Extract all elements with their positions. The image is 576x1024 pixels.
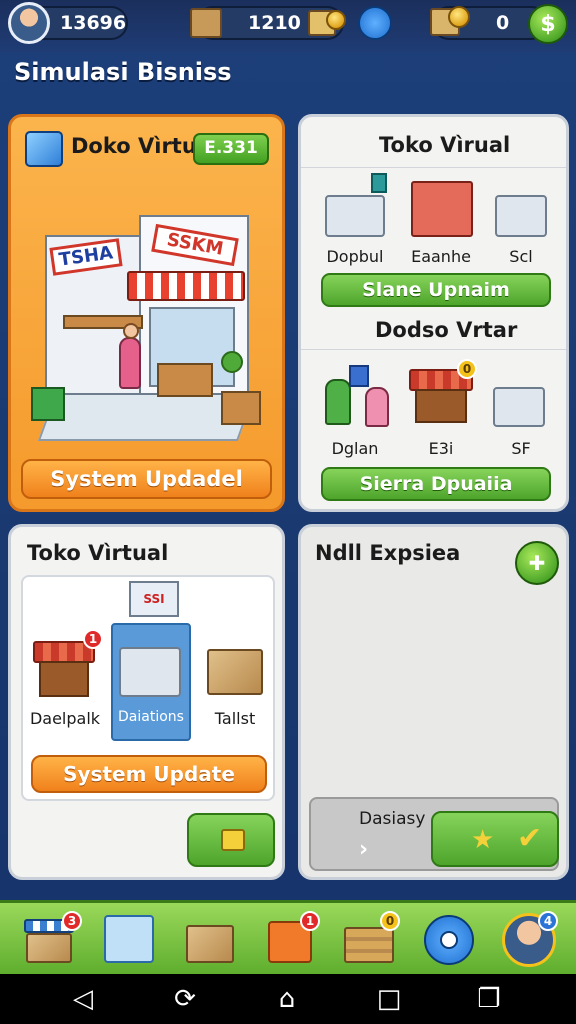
person-icon <box>325 379 351 425</box>
nav-crates-icon[interactable]: 0 <box>340 911 400 969</box>
resource-value: 1210 <box>248 12 301 34</box>
confirm-button[interactable] <box>187 813 275 867</box>
notification-badge: 0 <box>457 359 477 379</box>
chart-board-icon <box>349 365 369 387</box>
person-icon <box>365 387 389 427</box>
system-update-button[interactable]: System Updadel <box>21 459 272 499</box>
item-label: SF <box>511 439 531 458</box>
system-update-button[interactable]: System Update <box>31 755 267 793</box>
sierra-dpuaiia-button[interactable]: Sierra Dpuaiia <box>321 467 551 501</box>
player-avatar-icon[interactable] <box>8 2 50 44</box>
expense-panel: Ndll Expsiea ✚ Dasiasy › ★ ✔ <box>298 524 569 880</box>
striped-awning <box>127 271 245 301</box>
item-label: Daelpalk <box>29 709 101 728</box>
freezer-icon[interactable] <box>325 195 385 237</box>
gold-coin-icon <box>448 6 470 28</box>
item-label: Eaanhe <box>411 247 471 266</box>
nav-settings-icon[interactable] <box>420 911 478 969</box>
check-icon <box>221 829 245 851</box>
nav-badge: 0 <box>380 911 400 931</box>
nav-store-icon[interactable] <box>100 911 158 969</box>
store-level-tag: E.331 <box>193 133 269 165</box>
green-box-icon <box>31 387 65 421</box>
nav-shop-icon[interactable]: 3 <box>20 911 82 969</box>
item-label: Dopbul <box>326 247 384 266</box>
multiwindow-icon[interactable]: ❐ <box>474 984 504 1014</box>
wooden-crate-icon <box>221 391 261 425</box>
sign-board-icon: SSI <box>129 581 179 617</box>
shop-selection-card: SSI 1 Daelpalk Daiations Tallst System U… <box>21 575 275 801</box>
nav-delivery-icon[interactable]: 1 <box>262 911 320 969</box>
plant-icon <box>221 351 243 373</box>
back-icon[interactable]: ◁ <box>68 984 98 1014</box>
crate-icon <box>190 8 222 38</box>
gold-value: 0 <box>496 12 510 34</box>
overview-square-icon[interactable]: □ <box>374 984 404 1014</box>
shelf-icon[interactable] <box>411 181 473 237</box>
notification-badge: 1 <box>83 629 103 649</box>
settings-gear-icon[interactable] <box>358 6 392 40</box>
home-icon[interactable]: ⌂ <box>272 984 302 1014</box>
star-icon: ★ <box>471 825 495 855</box>
item-label: Scl <box>509 247 533 266</box>
nav-box-icon[interactable] <box>180 911 238 969</box>
store-panel: Doko Vìrtual E.331 TSHA SSKM System Upda… <box>8 114 285 512</box>
item-label: E3i <box>428 439 454 458</box>
nav-profile-icon[interactable]: 4 <box>500 911 558 969</box>
puzzle-icon[interactable]: ✚ <box>515 541 559 585</box>
shop-illustration[interactable]: TSHA SSKM <box>31 191 261 451</box>
shopkeeper-figure <box>119 337 141 389</box>
item-label: Dglan <box>331 439 379 458</box>
item-label: Tallst <box>214 709 256 728</box>
nav-badge: 3 <box>62 911 82 931</box>
slane-upnaim-button[interactable]: Slane Upnaim <box>321 273 551 307</box>
books-icon <box>25 131 63 167</box>
top-bar: 13696 1210 0 $ <box>0 0 576 52</box>
toko-panel-subtitle: Dodso Vrtar <box>375 318 518 342</box>
bottom-nav: 3 1 0 4 <box>0 900 576 974</box>
toko-virtual-panel: Toko Vìrtual SSI 1 Daelpalk Daiations Ta… <box>8 524 285 880</box>
toko-virtual-title: Toko Vìrtual <box>27 541 169 565</box>
expense-card-label: Dasiasy <box>359 809 426 829</box>
add-gold-button[interactable]: $ <box>528 4 568 44</box>
chevron-right-icon[interactable]: › <box>359 837 368 862</box>
system-nav-bar: ◁ ⟳ ⌂ □ ❐ <box>0 974 576 1024</box>
item-label-selected: Daiations <box>118 709 184 725</box>
nav-badge: 4 <box>538 911 558 931</box>
produce-crate <box>157 363 213 397</box>
recent-rotate-icon[interactable]: ⟳ <box>170 984 200 1014</box>
display-case-icon[interactable] <box>495 195 547 237</box>
cardboard-box-icon[interactable] <box>207 649 263 695</box>
confirm-star-button[interactable]: ★ ✔ <box>431 811 559 867</box>
check-icon: ✔ <box>517 821 543 856</box>
toko-panel: Toko Vìrual Dopbul Eaanhe Scl Slane Upna… <box>298 114 569 512</box>
page-title: Simulasi Bisniss <box>14 58 232 86</box>
expense-panel-title: Ndll Expsiea <box>315 541 461 565</box>
produce-freezer-icon <box>119 647 181 697</box>
toko-panel-title: Toko Vìrual <box>379 133 511 157</box>
storage-bin-icon[interactable] <box>493 387 545 427</box>
player-coins-value: 13696 <box>60 12 127 34</box>
coin-icon <box>326 10 346 30</box>
nav-badge: 1 <box>300 911 320 931</box>
